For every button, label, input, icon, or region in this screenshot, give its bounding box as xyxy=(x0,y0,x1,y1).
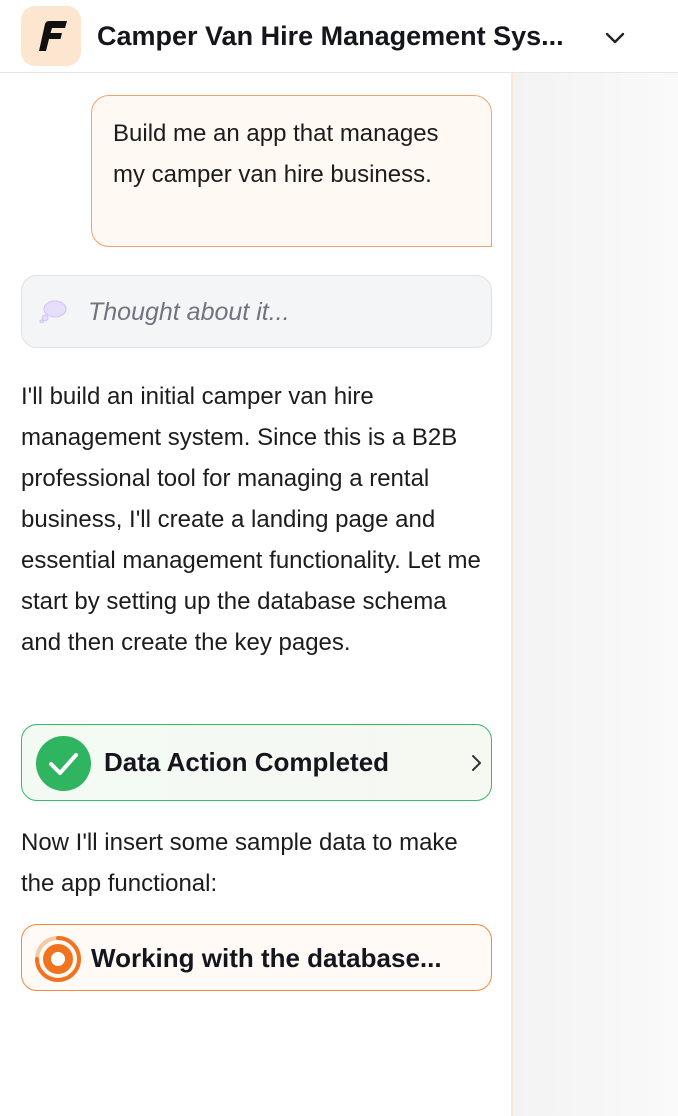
working-label: Working with the database... xyxy=(91,943,442,973)
action-label: Data Action Completed xyxy=(104,747,390,777)
thought-toggle[interactable]: Thought about it... xyxy=(21,275,492,348)
check-circle-icon xyxy=(36,736,91,791)
app-header: Camper Van Hire Management Sys... xyxy=(0,0,678,73)
thought-bubble-icon xyxy=(39,299,69,324)
user-message: Build me an app that manages my camper v… xyxy=(91,95,492,247)
preview-panel xyxy=(513,73,678,1116)
working-status-card[interactable]: Working with the database... xyxy=(21,924,492,991)
app-title[interactable]: Camper Van Hire Management Sys... xyxy=(97,18,597,54)
brand-logo-icon[interactable] xyxy=(21,6,81,66)
assistant-message: I'll build an initial camper van hire ma… xyxy=(21,383,481,656)
assistant-message: Now I'll insert some sample data to make… xyxy=(21,829,458,897)
data-action-card[interactable]: Data Action Completed xyxy=(21,724,492,801)
chevron-right-icon xyxy=(467,750,487,776)
thought-label: Thought about it... xyxy=(88,298,290,326)
spinner-icon xyxy=(34,935,82,983)
chevron-down-icon[interactable] xyxy=(603,26,627,50)
